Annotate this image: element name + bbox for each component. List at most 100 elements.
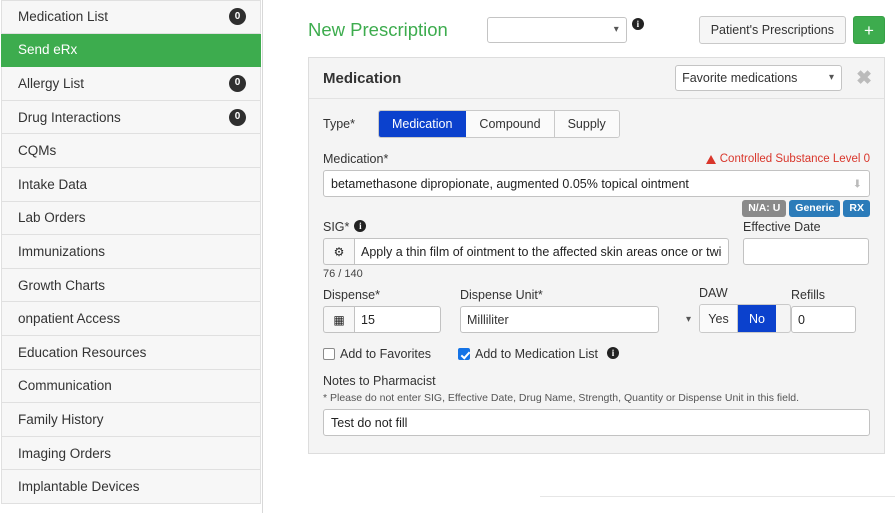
medication-badges: N/A: U Generic RX <box>323 200 870 217</box>
sidebar-item-family-history[interactable]: Family History <box>1 403 261 437</box>
sidebar-item-onpatient-access[interactable]: onpatient Access <box>1 302 261 336</box>
dispense-unit-select[interactable]: Milliliter <box>460 306 659 333</box>
sidebar-item-cqms[interactable]: CQMs <box>1 134 261 168</box>
effective-date-input[interactable] <box>743 238 869 265</box>
sig-input-row: ⚙ <box>323 238 729 265</box>
add-prescription-button[interactable]: + <box>853 16 885 44</box>
dispense-input-row: ▦ <box>323 306 460 333</box>
close-icon[interactable]: ✖ <box>856 69 872 88</box>
chevron-down-icon: ▾ <box>685 313 691 325</box>
checkbox-unchecked-icon[interactable] <box>323 348 335 360</box>
notes-label: Notes to Pharmacist <box>323 374 436 388</box>
sidebar-item-lab-orders[interactable]: Lab Orders <box>1 201 261 236</box>
sig-label-row: SIG* i <box>323 220 729 234</box>
dispense-label: Dispense* <box>323 288 380 302</box>
type-segmented-control: Medication Compound Supply <box>377 110 620 138</box>
type-row: Type* Medication Compound Supply <box>323 110 870 138</box>
effective-date-group: Effective Date <box>743 220 869 280</box>
sidebar-item-communication[interactable]: Communication <box>1 369 261 404</box>
checkbox-row: Add to Favorites Add to Medication List i <box>323 347 870 361</box>
dispense-unit-select-wrapper: Milliliter ▾ <box>460 306 699 333</box>
sidebar-item-badge: 0 <box>229 74 246 92</box>
card-title: Medication <box>323 69 402 87</box>
medication-label: Medication* <box>323 152 389 166</box>
notes-input[interactable] <box>323 409 870 436</box>
sidebar-item-growth-charts[interactable]: Growth Charts <box>1 268 261 303</box>
dispense-unit-group: Dispense Unit* Milliliter ▾ <box>460 288 699 333</box>
sidebar: Medication List 0 Send eRx Allergy List 0 Dru… <box>0 0 263 513</box>
sidebar-item-medication-list[interactable]: Medication List 0 <box>1 0 261 34</box>
app-root: Medication List 0 Send eRx Allergy List 0 Dru… <box>0 0 895 513</box>
type-option-supply[interactable]: Supply <box>554 111 619 137</box>
main-content: New Prescription ▾ i Patient's Prescript… <box>263 0 895 513</box>
medication-input[interactable] <box>323 170 870 197</box>
type-option-medication[interactable]: Medication <box>378 111 467 137</box>
page-header: New Prescription ▾ i Patient's Prescript… <box>308 8 885 52</box>
sidebar-item-drug-interactions[interactable]: Drug Interactions 0 <box>1 100 261 135</box>
effective-date-label: Effective Date <box>743 220 821 234</box>
sidebar-item-label: Drug Interactions <box>18 109 121 125</box>
type-option-compound[interactable]: Compound <box>466 111 555 137</box>
type-label: Type* <box>323 117 355 131</box>
sidebar-item-label: Medication List <box>18 9 109 25</box>
sidebar-item-badge: 0 <box>229 8 246 26</box>
sidebar-item-implantable-devices[interactable]: Implantable Devices <box>1 470 261 504</box>
page-title: New Prescription <box>308 19 448 40</box>
medication-label-row: Medication* Controlled Substance Level 0 <box>323 152 870 166</box>
info-icon[interactable]: i <box>354 220 367 232</box>
dispense-group: Dispense* ▦ <box>323 288 460 333</box>
patients-prescriptions-button[interactable]: Patient's Prescriptions <box>698 16 846 44</box>
sig-effective-date-block: SIG* i ⚙ 76 / 140 Effective Date <box>323 220 870 280</box>
medication-badge: RX <box>843 200 870 217</box>
medication-badge: Generic <box>789 200 841 217</box>
sidebar-item-label: Implantable Devices <box>18 479 140 495</box>
sidebar-item-imaging-orders[interactable]: Imaging Orders <box>1 436 261 471</box>
daw-label: DAW <box>699 286 728 300</box>
refills-input[interactable] <box>791 306 856 333</box>
warning-triangle-icon <box>705 154 716 164</box>
checkbox-label: Add to Favorites <box>340 347 432 361</box>
sidebar-item-label: Intake Data <box>18 176 88 192</box>
info-icon[interactable]: i <box>631 18 644 30</box>
medication-badge: N/A: U <box>742 200 787 217</box>
daw-segmented-control: Yes No <box>699 304 791 333</box>
favorite-medications-select[interactable]: Favorite medications <box>675 65 843 91</box>
sidebar-item-intake-data[interactable]: Intake Data <box>1 167 261 202</box>
daw-option-yes[interactable]: Yes <box>700 305 738 332</box>
sidebar-item-label: onpatient Access <box>18 311 121 327</box>
sidebar-item-label: Immunizations <box>18 243 106 259</box>
gear-icon[interactable]: ⚙ <box>323 238 354 265</box>
calculator-icon[interactable]: ▦ <box>323 306 354 333</box>
pharmacy-select[interactable] <box>486 17 627 43</box>
controlled-substance-warning-text: Controlled Substance Level 0 <box>719 153 870 165</box>
sidebar-item-allergy-list[interactable]: Allergy List 0 <box>1 67 261 101</box>
medication-card-header: Medication Favorite medications ▾ ✖ <box>309 58 884 99</box>
bottom-divider <box>540 496 895 497</box>
favorite-medications-select-wrapper: Favorite medications ▾ <box>675 65 843 91</box>
sidebar-item-education-resources[interactable]: Education Resources <box>1 335 261 370</box>
daw-group: DAW Yes No <box>699 286 791 333</box>
sidebar-item-label: Communication <box>18 378 112 394</box>
info-icon[interactable]: i <box>607 347 620 359</box>
sig-character-counter: 76 / 140 <box>323 268 363 280</box>
checkbox-checked-icon[interactable] <box>458 348 471 360</box>
sidebar-item-label: Allergy List <box>18 75 85 91</box>
pharmacy-select-wrapper: ▾ <box>448 17 627 43</box>
dispense-input[interactable] <box>354 306 441 333</box>
sidebar-item-label: Imaging Orders <box>18 445 112 461</box>
sidebar-item-label: Lab Orders <box>18 210 86 226</box>
sidebar-item-label: Family History <box>18 411 104 427</box>
sig-group: SIG* i ⚙ 76 / 140 <box>323 220 729 280</box>
checkbox-add-to-medication-list[interactable]: Add to Medication List i <box>458 347 620 361</box>
medication-card: Medication Favorite medications ▾ ✖ Type… <box>308 57 885 454</box>
sidebar-item-label: Growth Charts <box>18 277 106 293</box>
sidebar-item-send-erx[interactable]: Send eRx <box>1 33 261 68</box>
sidebar-item-label: Education Resources <box>18 344 147 360</box>
refills-group: Refills <box>791 288 856 333</box>
sig-input[interactable] <box>354 238 729 265</box>
checkbox-add-to-favorites[interactable]: Add to Favorites <box>323 347 431 361</box>
sidebar-item-immunizations[interactable]: Immunizations <box>1 235 261 269</box>
sidebar-item-label: CQMs <box>18 143 57 159</box>
daw-option-no[interactable]: No <box>738 305 776 332</box>
medication-input-wrapper: ⬇ <box>323 170 870 197</box>
